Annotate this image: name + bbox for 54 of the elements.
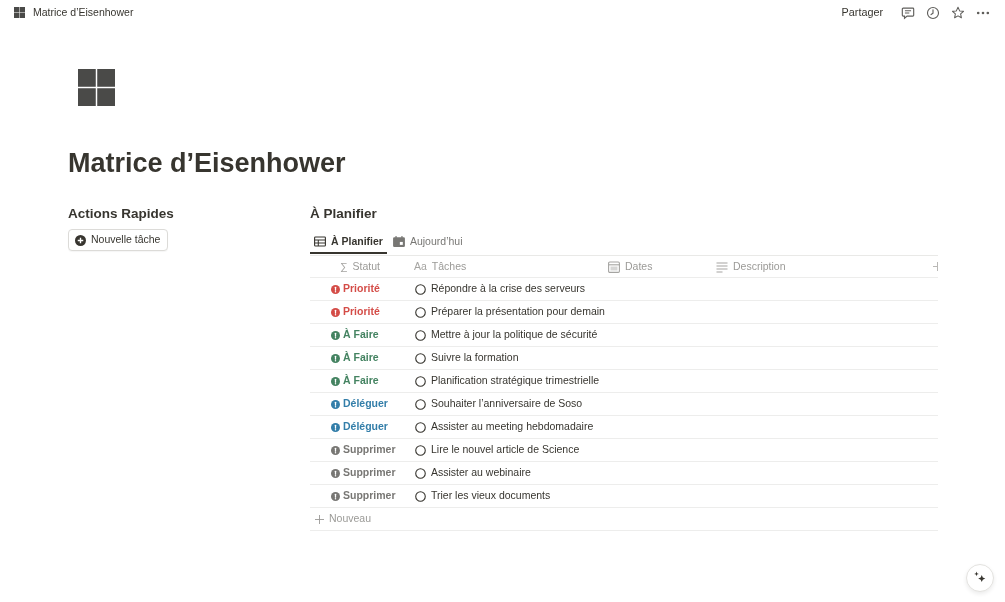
status-label: Supprimer — [343, 465, 396, 481]
checkbox-circle-icon[interactable] — [415, 352, 426, 364]
checkbox-circle-icon[interactable] — [415, 421, 426, 433]
checkbox-circle-icon[interactable] — [415, 398, 426, 410]
task-title[interactable]: Planification stratégique trimestrielle — [431, 373, 600, 389]
task-title[interactable]: Répondre à la crise des serveurs — [431, 281, 586, 297]
checkbox-circle-icon[interactable] — [415, 375, 426, 387]
text-type-icon: Aa — [414, 258, 427, 275]
view-tab[interactable]: À Planifier — [310, 230, 387, 254]
grid-icon — [14, 7, 25, 18]
clock-icon[interactable] — [925, 5, 940, 20]
status-label: À Faire — [343, 327, 379, 343]
ai-assistant-button[interactable] — [966, 564, 994, 592]
task-title[interactable]: Suivre la formation — [431, 350, 519, 366]
status-label: Priorité — [343, 304, 380, 320]
text-lines-icon — [716, 260, 728, 273]
section-heading: À Planifier — [310, 205, 377, 223]
checkbox-circle-icon[interactable] — [415, 306, 426, 318]
comment-icon[interactable] — [900, 5, 915, 20]
view-tab[interactable]: Aujourd’hui — [388, 230, 467, 254]
status-label: Supprimer — [343, 442, 396, 458]
task-title[interactable]: Souhaiter l’anniversaire de Soso — [431, 396, 583, 412]
sparkle-icon — [973, 571, 987, 585]
checkbox-circle-icon[interactable] — [415, 467, 426, 479]
share-button[interactable]: Partager — [841, 4, 883, 21]
status-label: À Faire — [343, 350, 379, 366]
status-label: Déléguer — [343, 419, 388, 435]
status-label: Supprimer — [343, 488, 396, 504]
section-heading: Actions Rapides — [68, 205, 174, 223]
calendar-icon — [608, 260, 620, 273]
plus-icon — [315, 514, 324, 524]
checkbox-circle-icon[interactable] — [415, 444, 426, 456]
new-task-button[interactable]: Nouvelle tâche — [68, 229, 169, 251]
breadcrumb-link[interactable]: Matrice d’Eisenhower — [33, 4, 134, 21]
status-label: Déléguer — [343, 396, 388, 412]
checkbox-circle-icon[interactable] — [415, 283, 426, 295]
page-title: Matrice d’Eisenhower — [68, 147, 346, 180]
checkbox-circle-icon[interactable] — [415, 329, 426, 341]
plus-circle-icon — [75, 234, 86, 246]
calendar-icon — [392, 235, 405, 247]
task-title[interactable]: Préparer la présentation pour demain — [431, 304, 605, 320]
checkbox-circle-icon[interactable] — [415, 490, 426, 502]
more-icon[interactable] — [975, 10, 990, 15]
status-label: À Faire — [343, 373, 379, 389]
task-title[interactable]: Trier les vieux documents — [431, 488, 551, 504]
star-icon[interactable] — [950, 5, 965, 20]
task-title[interactable]: Lire le nouvel article de Science — [431, 442, 580, 458]
task-title[interactable]: Mettre à jour la politique de sécurité — [431, 327, 598, 343]
task-title[interactable]: Assister au webinaire — [431, 465, 531, 481]
status-label: Priorité — [343, 281, 380, 297]
task-title[interactable]: Assister au meeting hebdomadaire — [431, 419, 594, 435]
sum-icon: ∑ — [340, 258, 348, 275]
grid-icon — [78, 69, 115, 106]
table-icon — [314, 235, 326, 247]
